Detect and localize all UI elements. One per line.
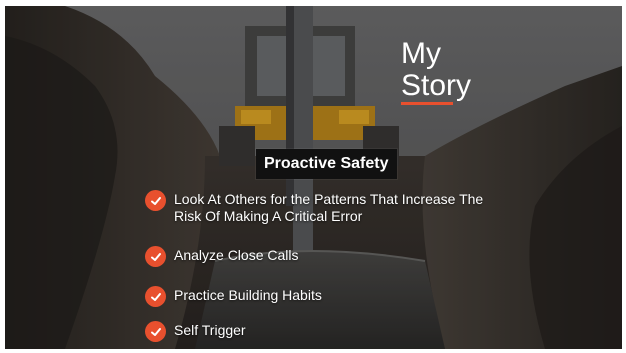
bullet-item: Analyze Close Calls xyxy=(145,246,299,267)
slide: My Story Proactive Safety Look At Others… xyxy=(5,6,622,349)
bullet-item: Practice Building Habits xyxy=(145,286,322,307)
check-icon xyxy=(145,246,166,267)
check-icon xyxy=(145,286,166,307)
bullet-list: Look At Others for the Patterns That Inc… xyxy=(5,6,622,349)
bullet-item: Self Trigger xyxy=(145,321,246,342)
bullet-item: Look At Others for the Patterns That Inc… xyxy=(145,190,504,225)
bullet-text: Look At Others for the Patterns That Inc… xyxy=(174,191,484,224)
bullet-text: Analyze Close Calls xyxy=(174,247,299,263)
check-icon xyxy=(145,321,166,342)
bullet-text: Self Trigger xyxy=(174,322,246,338)
check-icon xyxy=(145,190,166,211)
bullet-text: Practice Building Habits xyxy=(174,287,322,303)
